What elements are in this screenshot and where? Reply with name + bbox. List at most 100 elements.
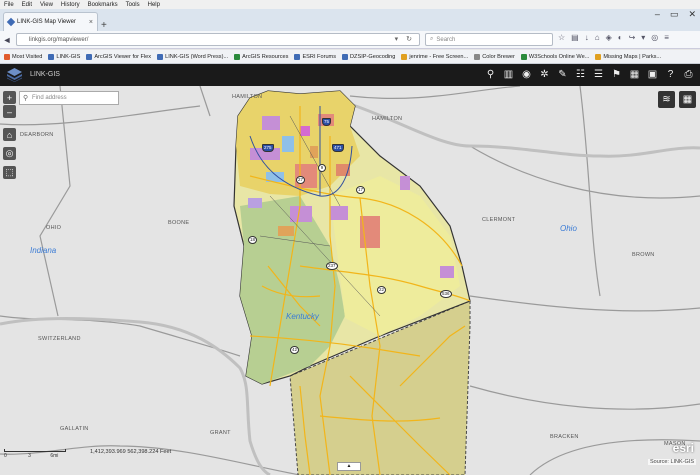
menu-item-view[interactable]: View <box>40 2 53 8</box>
tab-close-icon[interactable]: × <box>89 19 93 26</box>
bookmark-item[interactable]: LINK-GIS (Word Press)... <box>157 53 228 60</box>
menu-item-edit[interactable]: Edit <box>22 2 32 8</box>
zoom-in-button[interactable]: + <box>3 91 16 104</box>
hamburger-menu-icon[interactable]: ≡ <box>664 33 669 42</box>
bookmark-label: ArcGIS Viewer for Flex <box>94 53 152 60</box>
bookmark-item[interactable]: ArcGIS Resources <box>234 53 288 60</box>
new-tab-button[interactable]: + <box>101 20 107 31</box>
app-title: LINK-GIS <box>30 71 60 78</box>
app-toolbar: ⚲ ▥ ◉ ✲ ✎ ☷ ☰ ⚑ ▦ ▣ ? ⎙ <box>483 67 696 82</box>
download-icon[interactable]: ↓ <box>585 33 589 42</box>
home-extent-button[interactable]: ⌂ <box>3 128 16 141</box>
back-icon[interactable]: ◄ <box>0 35 14 45</box>
network-icon[interactable]: ✲ <box>537 67 552 82</box>
app-header: LINK-GIS ⚲ ▥ ◉ ✲ ✎ ☷ ☰ ⚑ ▦ ▣ ? ⎙ <box>0 64 700 86</box>
scale-tick: 3 <box>28 453 31 459</box>
highway-shield: 27 <box>296 176 306 184</box>
tab-strip: LINK-GIS Map Viewer × + <box>0 9 700 31</box>
url-bar[interactable]: linkgis.org/mapviewer/ ▾ ↻ <box>16 33 420 46</box>
menu-item-file[interactable]: File <box>4 2 14 8</box>
bookmark-item[interactable]: W3Schools Online We... <box>520 53 590 60</box>
state-label-kentucky: Kentucky <box>286 312 319 321</box>
toolbar-icons: ☆ ▤ ↓ ⌂ ◈ ◐ ↪ ▾ ◎ ≡ <box>558 33 669 42</box>
print-icon[interactable]: ⎙ <box>681 67 696 82</box>
help-icon[interactable]: ? <box>663 67 678 82</box>
state-label-indiana: Indiana <box>30 246 57 255</box>
highway-shield: 17 <box>356 186 366 194</box>
share-icon[interactable]: ↪ <box>629 33 636 42</box>
bookmark-item[interactable]: Color Brewer <box>474 53 515 60</box>
dropdown-icon[interactable]: ▾ <box>641 33 645 42</box>
bookmark-item[interactable]: Missing Maps | Parks... <box>595 53 661 60</box>
bookmark-item[interactable]: jenrime - Free Screen... <box>401 53 468 60</box>
url-text: linkgis.org/mapviewer/ <box>29 36 89 43</box>
basemap-button[interactable]: ▦ <box>679 91 696 108</box>
highway-shield: 22 <box>377 286 387 294</box>
layer-list-icon[interactable]: ☰ <box>591 67 606 82</box>
star-icon[interactable]: ☆ <box>558 33 565 42</box>
menu-item-history[interactable]: History <box>61 2 80 8</box>
shield-icon[interactable]: ◐ <box>618 33 623 42</box>
bookmark-item[interactable]: LINK-GIS <box>48 53 80 60</box>
highway-shield: 18 <box>248 236 258 244</box>
search-icon: ⌕ <box>430 36 434 42</box>
reload-icon[interactable]: ▾ ↻ <box>395 35 415 43</box>
label-ohio-county: OHIO <box>46 225 62 231</box>
address-search-input[interactable]: ⚲ Find address <box>19 91 119 105</box>
reader-icon[interactable]: ▤ <box>571 33 579 42</box>
label-hamilton-top: HAMILTON <box>232 94 263 100</box>
browser-menubar: File Edit View History Bookmarks Tools Help <box>0 0 700 9</box>
full-extent-button[interactable]: ⬚ <box>3 166 16 179</box>
legend-icon[interactable]: ☷ <box>573 67 588 82</box>
bookmark-favicon-icon <box>595 53 602 60</box>
panel-toggle-handle[interactable]: ▲ <box>337 462 361 471</box>
menu-item-bookmarks[interactable]: Bookmarks <box>88 2 118 8</box>
layers-button[interactable]: ≋ <box>658 91 675 108</box>
highway-shield: 275 <box>262 144 274 152</box>
menu-item-help[interactable]: Help <box>148 2 160 8</box>
browser-search-input[interactable]: ⌕ Search <box>425 33 553 46</box>
bookmark-favicon-icon <box>48 53 55 60</box>
menu-item-tools[interactable]: Tools <box>126 2 140 8</box>
bookmark-item[interactable]: DZSIP-Geocoding <box>342 53 395 60</box>
bookmark-label: ESRI Forums <box>302 53 337 60</box>
chat-icon[interactable]: ◎ <box>651 33 658 42</box>
bookmark-favicon-icon <box>4 53 10 60</box>
draw-pen-icon[interactable]: ✎ <box>555 67 570 82</box>
scale-tick: 6mi <box>50 453 59 459</box>
label-bracken: BRACKEN <box>550 434 579 440</box>
esri-logo: esri <box>672 441 694 455</box>
map-canvas[interactable] <box>0 86 700 475</box>
bookmark-favicon-icon <box>401 53 408 60</box>
flag-icon[interactable]: ⚑ <box>609 67 624 82</box>
bookmarks-toolbar: Most Visited LINK-GIS ArcGIS Viewer for Fl… <box>0 50 700 64</box>
pocket-icon[interactable]: ◈ <box>606 33 612 42</box>
locate-button[interactable]: ◎ <box>3 147 16 160</box>
home-icon[interactable]: ⌂ <box>595 33 600 42</box>
search-placeholder: Search <box>436 36 456 43</box>
bookmark-label: W3Schools Online We... <box>528 53 590 60</box>
bookmark-favicon-icon <box>520 53 527 60</box>
bookmark-favicon-icon <box>157 53 164 60</box>
browser-tab[interactable]: LINK-GIS Map Viewer × <box>3 12 98 31</box>
basemap-gallery-icon[interactable]: ▦ <box>627 67 642 82</box>
bookmark-item[interactable]: ESRI Forums <box>294 53 337 60</box>
overview-map-icon[interactable]: ▣ <box>645 67 660 82</box>
search-icon[interactable]: ⚲ <box>483 67 498 82</box>
building-icon[interactable]: ▥ <box>501 67 516 82</box>
scale-labels: 0 3 6mi <box>4 453 58 459</box>
bookmark-favicon-icon <box>86 53 93 60</box>
highway-shield: 237 <box>326 262 338 270</box>
close-window-icon[interactable]: ✕ <box>688 9 696 20</box>
label-dearborn: DEARBORN <box>20 132 54 138</box>
map-attribution: Source: LINK-GIS <box>647 459 696 465</box>
search-icon: ⚲ <box>23 95 29 102</box>
map-view[interactable]: 275 75 471 9 27 536 17 18 237 42 22 + – ⌂ ◎ ⬚ ⚲ Fi… <box>0 86 700 475</box>
maximize-icon[interactable]: ▭ <box>670 9 679 20</box>
scale-tick: 0 <box>4 453 7 459</box>
bookmark-item[interactable]: Most Visited <box>4 53 42 60</box>
zoom-out-button[interactable]: – <box>3 105 16 118</box>
minimize-icon[interactable]: – <box>655 9 660 20</box>
bookmark-item[interactable]: ArcGIS Viewer for Flex <box>86 53 152 60</box>
globe-icon[interactable]: ◉ <box>519 67 534 82</box>
